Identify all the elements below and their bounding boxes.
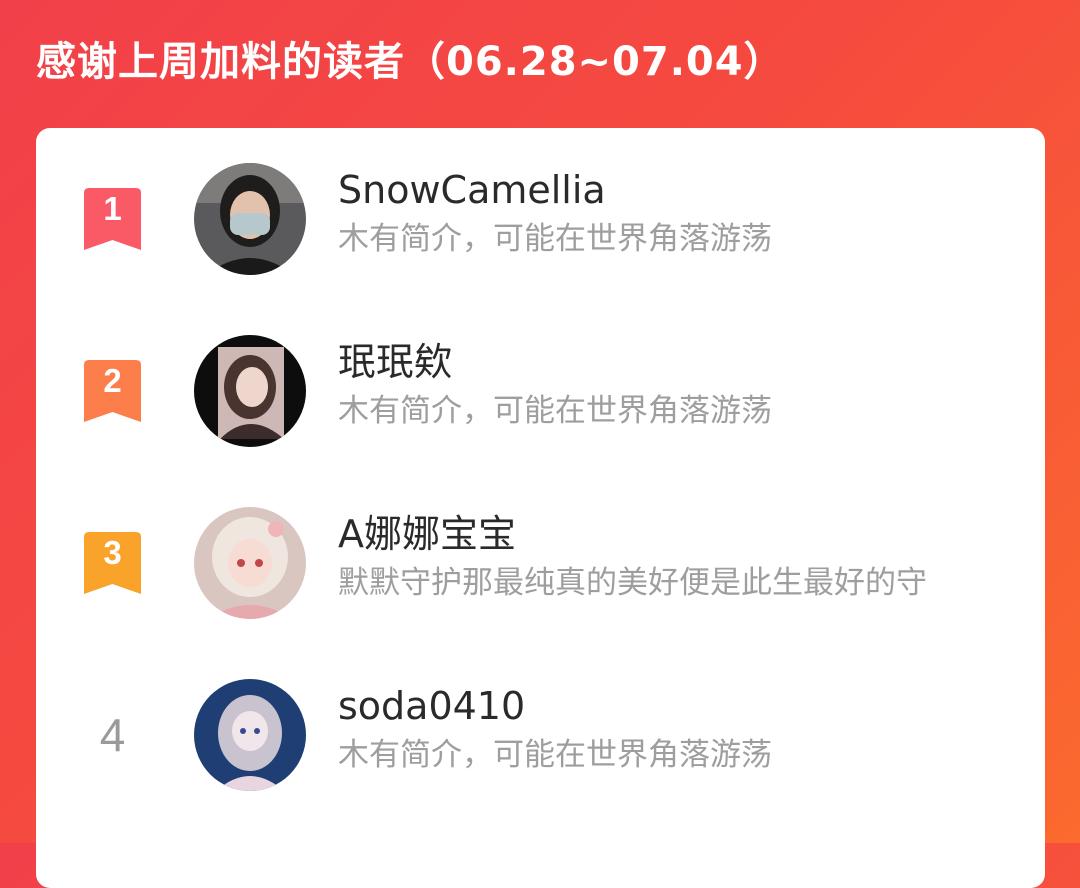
- reader-bio: 木有简介，可能在世界角落游荡: [338, 221, 772, 257]
- reader-row-2[interactable]: 2 珉珉欸 木有简介，可能在世界角落游荡: [36, 330, 1045, 460]
- rank-2-bookmark-icon: 2: [84, 360, 141, 422]
- rank-1-bookmark-icon: 1: [84, 188, 141, 250]
- reader-row-3[interactable]: 3 A娜娜宝宝 默默守护那最纯真的美好便是此生最好的守: [36, 502, 1045, 632]
- reader-name: A娜娜宝宝: [338, 512, 516, 556]
- rank-number: 4: [99, 709, 126, 761]
- avatar[interactable]: [194, 679, 306, 791]
- reader-name: SnowCamellia: [338, 168, 606, 212]
- rank-number: 3: [103, 534, 122, 571]
- rank-3-bookmark-icon: 3: [84, 532, 141, 594]
- page-title: 感谢上周加料的读者（06.28~07.04）: [36, 39, 785, 85]
- reader-row-1[interactable]: 1 SnowCamellia 木有简介，可能在世界角落游荡: [36, 158, 1045, 288]
- avatar[interactable]: [194, 163, 306, 275]
- avatar[interactable]: [194, 507, 306, 619]
- reader-ranking-card: 1 SnowCamellia 木有简介，可能在世界角落游荡 2 珉珉欸 木有简介…: [36, 128, 1045, 888]
- reader-name: 珉珉欸: [338, 340, 453, 384]
- reader-row-4[interactable]: 4 soda0410 木有简介，可能在世界角落游荡: [36, 674, 1045, 804]
- rank-number: 1: [103, 190, 122, 227]
- avatar[interactable]: [194, 335, 306, 447]
- reader-name: soda0410: [338, 684, 526, 728]
- reader-bio: 木有简介，可能在世界角落游荡: [338, 393, 772, 429]
- reader-bio: 默默守护那最纯真的美好便是此生最好的守: [338, 565, 927, 601]
- reader-bio: 木有简介，可能在世界角落游荡: [338, 737, 772, 773]
- rank-number: 2: [103, 362, 122, 399]
